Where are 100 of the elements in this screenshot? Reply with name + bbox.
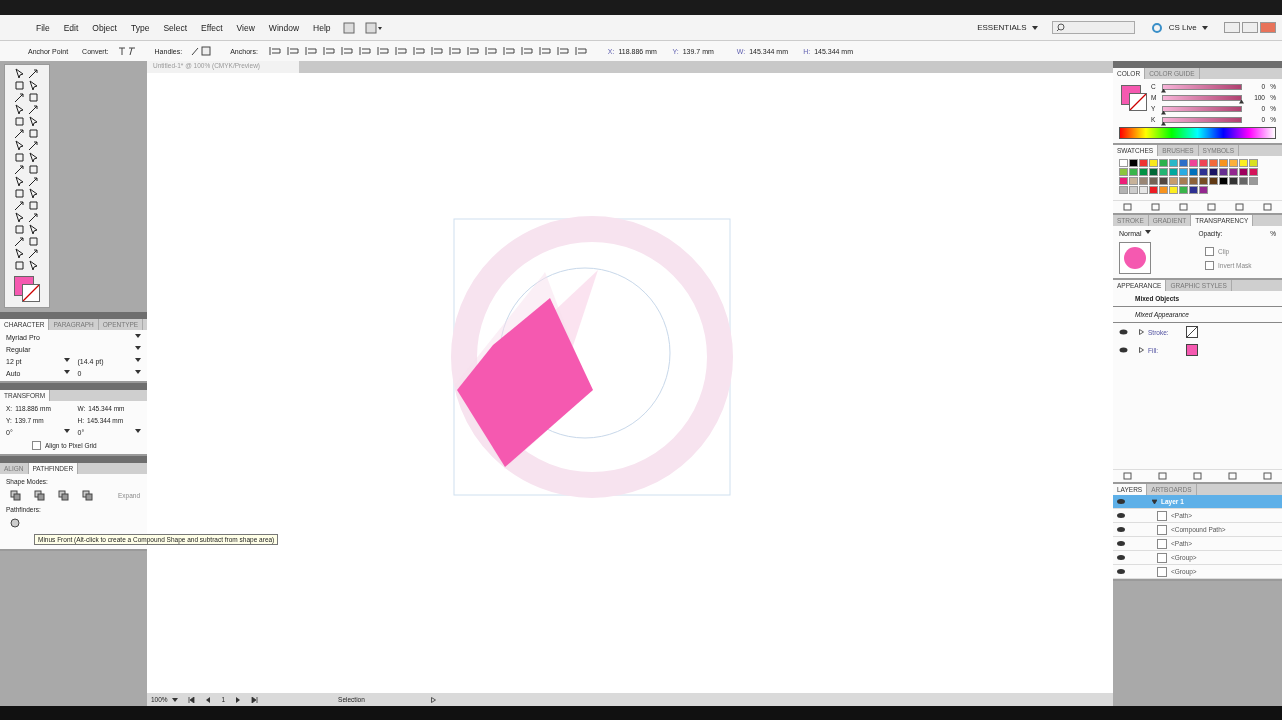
panel-action-icon[interactable]	[1123, 472, 1132, 480]
color-slider[interactable]	[1162, 83, 1242, 90]
cs-live-menu[interactable]: CS Live	[1168, 23, 1208, 32]
tool-icon[interactable]	[27, 224, 39, 235]
caret-icon[interactable]	[172, 698, 179, 702]
color-swatch[interactable]	[1209, 168, 1218, 176]
color-swatch[interactable]	[1239, 177, 1248, 185]
menu-item[interactable]: Object	[86, 22, 123, 33]
color-swatch[interactable]	[1119, 168, 1128, 176]
color-swatch[interactable]	[1189, 186, 1198, 194]
color-swatch[interactable]	[1199, 159, 1208, 167]
panel-action-icon[interactable]	[1235, 203, 1244, 211]
slider-thumb[interactable]	[1161, 110, 1166, 115]
color-swatch[interactable]	[1119, 177, 1128, 185]
panel-action-icon[interactable]	[1193, 472, 1202, 480]
color-swatch[interactable]	[1159, 159, 1168, 167]
color-swatch[interactable]	[1189, 168, 1198, 176]
color-swatch[interactable]	[1149, 177, 1158, 185]
workspace-switcher[interactable]: ESSENTIALS	[977, 23, 1038, 32]
panel-action-icon[interactable]	[1207, 203, 1216, 211]
tool-icon[interactable]	[27, 128, 39, 139]
color-swatch[interactable]	[1139, 159, 1148, 167]
eye-icon[interactable]	[1117, 569, 1125, 574]
eye-icon[interactable]	[1117, 527, 1125, 532]
color-swatch[interactable]	[1239, 168, 1248, 176]
shape-mode-icon[interactable]	[10, 490, 22, 501]
color-swatch[interactable]	[1199, 177, 1208, 185]
panel-action-icon[interactable]	[1179, 203, 1188, 211]
tool-icon[interactable]	[13, 104, 25, 115]
shape-mode-icon[interactable]	[82, 490, 94, 501]
eye-icon[interactable]	[1119, 347, 1128, 353]
color-swatch[interactable]	[1199, 186, 1208, 194]
color-swatch[interactable]	[1119, 159, 1128, 167]
eye-icon[interactable]	[1117, 555, 1125, 560]
color-swatch[interactable]	[1199, 168, 1208, 176]
triangle-icon[interactable]	[431, 696, 437, 703]
caret-icon[interactable]	[135, 358, 141, 362]
color-swatch[interactable]	[1129, 186, 1138, 194]
color-swatch[interactable]	[1139, 168, 1148, 176]
color-swatch[interactable]	[1189, 159, 1198, 167]
tool-icon[interactable]	[27, 188, 39, 199]
convert-icon[interactable]	[116, 46, 137, 56]
fill-stroke-swatches[interactable]	[1119, 83, 1145, 109]
color-swatch[interactable]	[1149, 159, 1158, 167]
color-swatch[interactable]	[1169, 186, 1178, 194]
menu-item[interactable]: File	[30, 22, 56, 33]
color-swatch[interactable]	[1209, 177, 1218, 185]
caret-icon[interactable]	[1031, 26, 1038, 30]
panel-action-icon[interactable]	[1151, 203, 1160, 211]
menu-item[interactable]: Effect	[195, 22, 229, 33]
shape-mode-icon[interactable]	[58, 490, 70, 501]
tool-icon[interactable]	[13, 260, 25, 271]
tool-icon[interactable]	[13, 224, 25, 235]
caret-icon[interactable]	[1144, 230, 1151, 234]
caret-icon[interactable]	[63, 429, 70, 433]
shape-mode-icon[interactable]	[34, 490, 46, 501]
panel-action-icon[interactable]	[1123, 203, 1132, 211]
color-swatch[interactable]	[1159, 168, 1168, 176]
tool-icon[interactable]	[13, 176, 25, 187]
color-swatch[interactable]	[1229, 159, 1238, 167]
caret-icon[interactable]	[135, 429, 141, 433]
menu-item[interactable]: Select	[157, 22, 193, 33]
color-swatch[interactable]	[1229, 177, 1238, 185]
color-swatch[interactable]	[1219, 159, 1228, 167]
caret-icon[interactable]	[1152, 498, 1157, 505]
tool-icon[interactable]	[13, 236, 25, 247]
color-swatch[interactable]	[1249, 168, 1258, 176]
tool-icon[interactable]	[13, 140, 25, 151]
first-page-icon[interactable]	[188, 696, 196, 703]
slider-thumb[interactable]	[1161, 88, 1166, 93]
tool-icon[interactable]	[13, 164, 25, 175]
tool-icon[interactable]	[27, 140, 39, 151]
color-swatch[interactable]	[1159, 186, 1168, 194]
tool-icon[interactable]	[13, 200, 25, 211]
color-spectrum[interactable]	[1119, 127, 1276, 139]
arrange-icon[interactable]	[364, 21, 383, 34]
tool-icon[interactable]	[13, 128, 25, 139]
tool-icon[interactable]	[27, 200, 39, 211]
color-swatch[interactable]	[1149, 168, 1158, 176]
color-swatch[interactable]	[1219, 177, 1228, 185]
panel-action-icon[interactable]	[1158, 472, 1167, 480]
caret-icon[interactable]	[63, 370, 70, 374]
color-swatch[interactable]	[1249, 177, 1258, 185]
color-swatch[interactable]	[1139, 186, 1148, 194]
tool-icon[interactable]	[27, 152, 39, 163]
previous-page-icon[interactable]	[205, 696, 212, 703]
color-swatch[interactable]	[1189, 177, 1198, 185]
tool-icon[interactable]	[27, 104, 39, 115]
cs-live-icon[interactable]	[1150, 21, 1163, 34]
no-stroke-icon[interactable]	[1186, 326, 1198, 338]
color-swatch[interactable]	[1209, 159, 1218, 167]
slider-thumb[interactable]	[1239, 99, 1244, 104]
color-swatch[interactable]	[1179, 177, 1188, 185]
eye-icon[interactable]	[1119, 329, 1128, 335]
panel-action-icon[interactable]	[1263, 203, 1272, 211]
color-slider[interactable]	[1162, 116, 1242, 123]
panel-action-icon[interactable]	[1263, 472, 1272, 480]
pathfinder-icon[interactable]	[10, 518, 22, 529]
tool-icon[interactable]	[13, 212, 25, 223]
menu-item[interactable]: View	[230, 22, 261, 33]
